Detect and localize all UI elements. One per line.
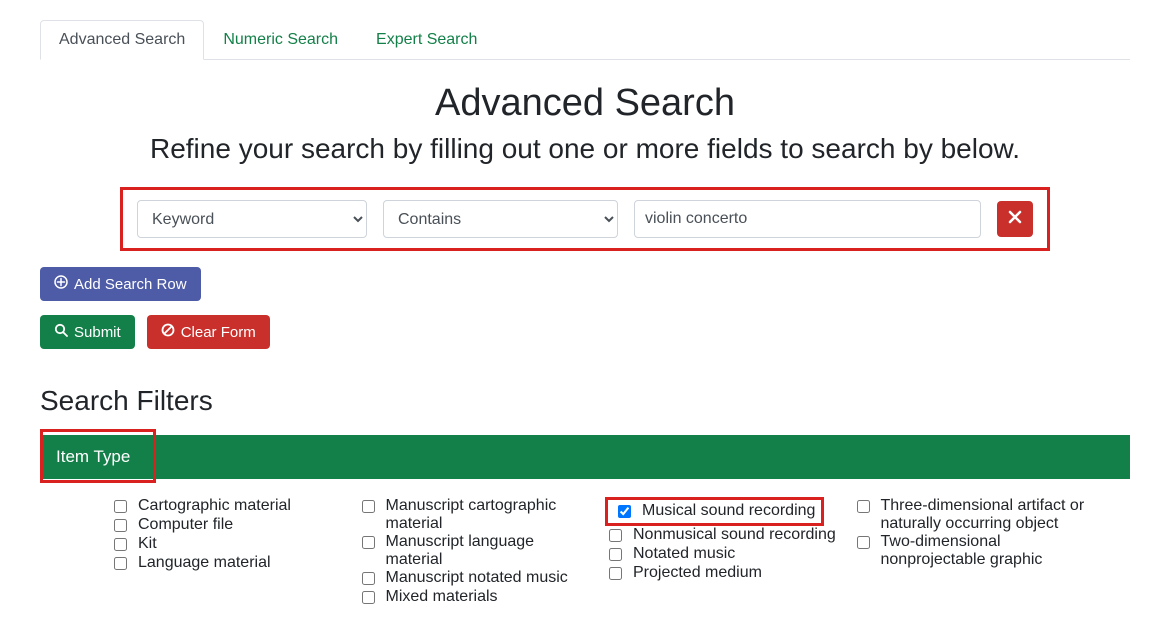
check-mixed-materials[interactable]: Mixed materials	[358, 588, 596, 607]
check-label: Manuscript language material	[386, 533, 596, 569]
highlight-box: Musical sound recording	[605, 497, 824, 526]
tab-advanced-search[interactable]: Advanced Search	[40, 20, 204, 60]
check-manuscript-language-material[interactable]: Manuscript language material	[358, 533, 596, 569]
ban-icon	[161, 323, 175, 341]
check-manuscript-cartographic-material[interactable]: Manuscript cartographic material	[358, 497, 596, 533]
check-musical-sound-recording[interactable]: Musical sound recording	[614, 502, 815, 521]
check-label: Manuscript cartographic material	[386, 497, 596, 533]
submit-label: Submit	[74, 324, 121, 341]
check-label: Projected medium	[633, 564, 762, 582]
checkbox[interactable]	[609, 548, 622, 561]
tab-expert-search[interactable]: Expert Search	[357, 20, 496, 60]
search-tabs: Advanced Search Numeric Search Expert Se…	[40, 20, 1130, 60]
clear-form-button[interactable]: Clear Form	[147, 315, 270, 349]
checkbox[interactable]	[609, 567, 622, 580]
checkbox[interactable]	[114, 557, 127, 570]
remove-row-button[interactable]	[997, 201, 1033, 237]
check-language-material[interactable]: Language material	[110, 554, 348, 573]
plus-circle-icon	[54, 275, 68, 293]
check-kit[interactable]: Kit	[110, 535, 348, 554]
add-search-row-button[interactable]: Add Search Row	[40, 267, 201, 301]
checkbox[interactable]	[114, 538, 127, 551]
checkbox[interactable]	[609, 529, 622, 542]
search-operator-select[interactable]: Contains	[383, 200, 618, 238]
check-label: Manuscript notated music	[386, 569, 568, 587]
page-subtitle: Refine your search by filling out one or…	[40, 133, 1130, 165]
check-label: Kit	[138, 535, 157, 553]
check-computer-file[interactable]: Computer file	[110, 516, 348, 535]
check-label: Musical sound recording	[642, 502, 815, 520]
search-icon	[54, 323, 68, 341]
check-nonmusical-sound-recording[interactable]: Nonmusical sound recording	[605, 526, 843, 545]
check-label: Cartographic material	[138, 497, 291, 515]
search-row: Keyword Contains	[120, 187, 1050, 251]
checkbox[interactable]	[618, 505, 631, 518]
submit-button[interactable]: Submit	[40, 315, 135, 349]
add-row-label: Add Search Row	[74, 276, 187, 293]
check-projected-medium[interactable]: Projected medium	[605, 564, 843, 583]
check-label: Mixed materials	[386, 588, 498, 606]
check-label: Three-dimensional artifact or naturally …	[881, 497, 1091, 533]
check-label: Nonmusical sound recording	[633, 526, 836, 544]
check-label: Language material	[138, 554, 271, 572]
check-label: Two-dimensional nonprojectable graphic	[881, 533, 1091, 569]
checkbox[interactable]	[114, 500, 127, 513]
clear-label: Clear Form	[181, 324, 256, 341]
close-icon	[1008, 210, 1022, 228]
item-type-checkboxes: Cartographic material Computer file Kit …	[40, 479, 1130, 627]
page-title: Advanced Search	[40, 82, 1130, 125]
check-label: Computer file	[138, 516, 233, 534]
item-type-panel-header[interactable]: Item Type	[40, 435, 1130, 479]
checkbox[interactable]	[362, 500, 375, 513]
check-manuscript-notated-music[interactable]: Manuscript notated music	[358, 569, 596, 588]
checkbox[interactable]	[857, 500, 870, 513]
checkbox[interactable]	[857, 536, 870, 549]
checkbox[interactable]	[362, 536, 375, 549]
search-field-select[interactable]: Keyword	[137, 200, 367, 238]
search-filters-heading: Search Filters	[40, 385, 1130, 417]
checkbox[interactable]	[362, 591, 375, 604]
check-label: Notated music	[633, 545, 735, 563]
check-notated-music[interactable]: Notated music	[605, 545, 843, 564]
checkbox[interactable]	[362, 572, 375, 585]
search-term-input[interactable]	[634, 200, 981, 238]
check-three-dimensional-artifact[interactable]: Three-dimensional artifact or naturally …	[853, 497, 1091, 533]
tab-numeric-search[interactable]: Numeric Search	[204, 20, 357, 60]
check-two-dimensional-nonprojectable-graphic[interactable]: Two-dimensional nonprojectable graphic	[853, 533, 1091, 569]
check-cartographic-material[interactable]: Cartographic material	[110, 497, 348, 516]
checkbox[interactable]	[114, 519, 127, 532]
